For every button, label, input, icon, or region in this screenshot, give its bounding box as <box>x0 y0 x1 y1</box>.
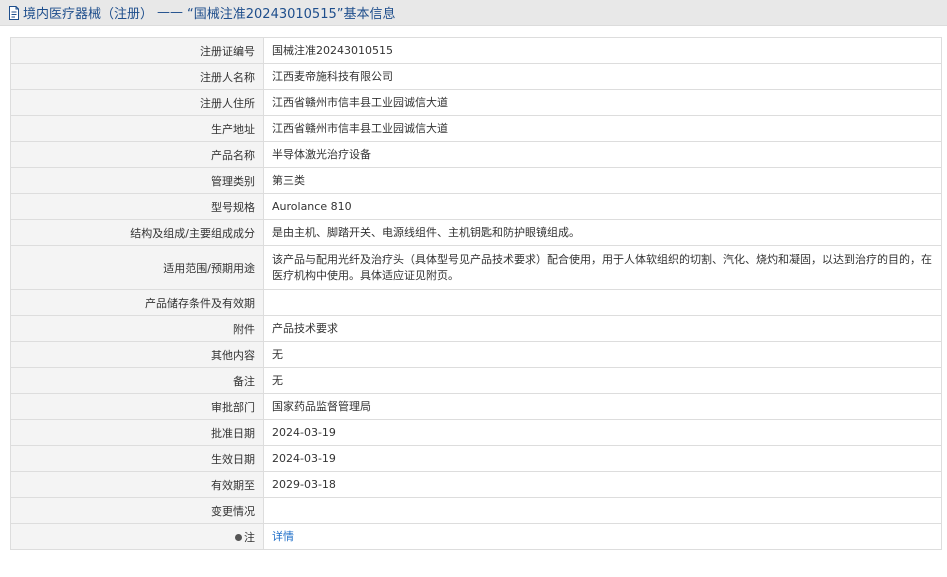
header-separator: —— <box>157 5 184 20</box>
row-value: 是由主机、脚踏开关、电源线组件、主机钥匙和防护眼镜组成。 <box>263 219 942 246</box>
table-row: 产品储存条件及有效期 <box>10 289 942 316</box>
table-row: 适用范围/预期用途 该产品与配用光纤及治疗头（具体型号见产品技术要求）配合使用，用… <box>10 245 942 290</box>
table-row: 有效期至 2029-03-18 <box>10 471 942 498</box>
row-value: Aurolance 810 <box>263 193 942 220</box>
table-row: 其他内容无 <box>10 341 942 368</box>
row-label: 注册证编号 <box>10 37 264 64</box>
row-label: 生产地址 <box>10 115 264 142</box>
row-label: 变更情况 <box>10 497 264 524</box>
row-label: 适用范围/预期用途 <box>10 245 264 290</box>
note-label: 注 <box>244 530 255 544</box>
row-label: 结构及组成/主要组成成分 <box>10 219 264 246</box>
table-row: 附件 产品技术要求 <box>10 315 942 342</box>
row-label: 其他内容 <box>10 341 264 368</box>
row-value: 江西省赣州市信丰县工业园诚信大道 <box>263 115 942 142</box>
row-value <box>263 497 942 524</box>
header-prefix: 境内医疗器械（注册） <box>23 7 154 22</box>
table-row: 注册人住所 江西省赣州市信丰县工业园诚信大道 <box>10 89 942 116</box>
row-value: 第三类 <box>263 167 942 194</box>
row-value: 2024-03-19 <box>263 419 942 446</box>
row-label: 产品储存条件及有效期 <box>10 289 264 316</box>
row-label: 注册人住所 <box>10 89 264 116</box>
row-label: 型号规格 <box>10 193 264 220</box>
table-row: 结构及组成/主要组成成分 是由主机、脚踏开关、电源线组件、主机钥匙和防护眼镜组成。 <box>10 219 942 246</box>
row-value: 国械注准20243010515 <box>263 37 942 64</box>
table-row: 注册证编号 国械注准20243010515 <box>10 37 942 64</box>
info-table: 注册证编号 国械注准20243010515 注册人名称 江西麦帝施科技有限公司 注册人住… <box>10 37 942 550</box>
row-label: 有效期至 <box>10 471 264 498</box>
table-row: 产品名称 半导体激光治疗设备 <box>10 141 942 168</box>
row-value-note: 详情 <box>263 523 942 550</box>
table-row: 注册人名称 江西麦帝施科技有限公司 <box>10 63 942 90</box>
row-label: 附件 <box>10 315 264 342</box>
document-icon <box>8 5 20 20</box>
table-row: 管理类别 第三类 <box>10 167 942 194</box>
row-label: 批准日期 <box>10 419 264 446</box>
row-label: 备注 <box>10 367 264 394</box>
row-value: 无 <box>263 367 942 394</box>
table-row: 批准日期 2024-03-19 <box>10 419 942 446</box>
row-value: 产品技术要求 <box>263 315 942 342</box>
row-value: 2029-03-18 <box>263 471 942 498</box>
row-label: 产品名称 <box>10 141 264 168</box>
row-label: 生效日期 <box>10 445 264 472</box>
bullet-icon <box>235 533 242 541</box>
header-title: “国械注准20243010515”基本信息 <box>187 7 396 22</box>
table-row: 生效日期 2024-03-19 <box>10 445 942 472</box>
row-label-note: 注 <box>10 523 264 550</box>
table-row: 生产地址 江西省赣州市信丰县工业园诚信大道 <box>10 115 942 142</box>
row-value: 2024-03-19 <box>263 445 942 472</box>
row-value: 该产品与配用光纤及治疗头（具体型号见产品技术要求）配合使用，用于人体软组织的切割… <box>263 245 942 290</box>
row-label: 管理类别 <box>10 167 264 194</box>
table-row: 备注无 <box>10 367 942 394</box>
table-row: 型号规格 Aurolance 810 <box>10 193 942 220</box>
page-header: 境内医疗器械（注册） —— “国械注准20243010515”基本信息 <box>0 0 947 26</box>
row-label: 审批部门 <box>10 393 264 420</box>
table-row: 审批部门 国家药品监督管理局 <box>10 393 942 420</box>
row-label: 注册人名称 <box>10 63 264 90</box>
row-value: 江西省赣州市信丰县工业园诚信大道 <box>263 89 942 116</box>
row-value: 国家药品监督管理局 <box>263 393 942 420</box>
row-value: 江西麦帝施科技有限公司 <box>263 63 942 90</box>
row-value <box>263 289 942 316</box>
row-value: 无 <box>263 341 942 368</box>
table-row-note: 注 详情 <box>10 523 942 550</box>
table-row: 变更情况 <box>10 497 942 524</box>
row-value: 半导体激光治疗设备 <box>263 141 942 168</box>
details-link[interactable]: 详情 <box>272 530 294 543</box>
